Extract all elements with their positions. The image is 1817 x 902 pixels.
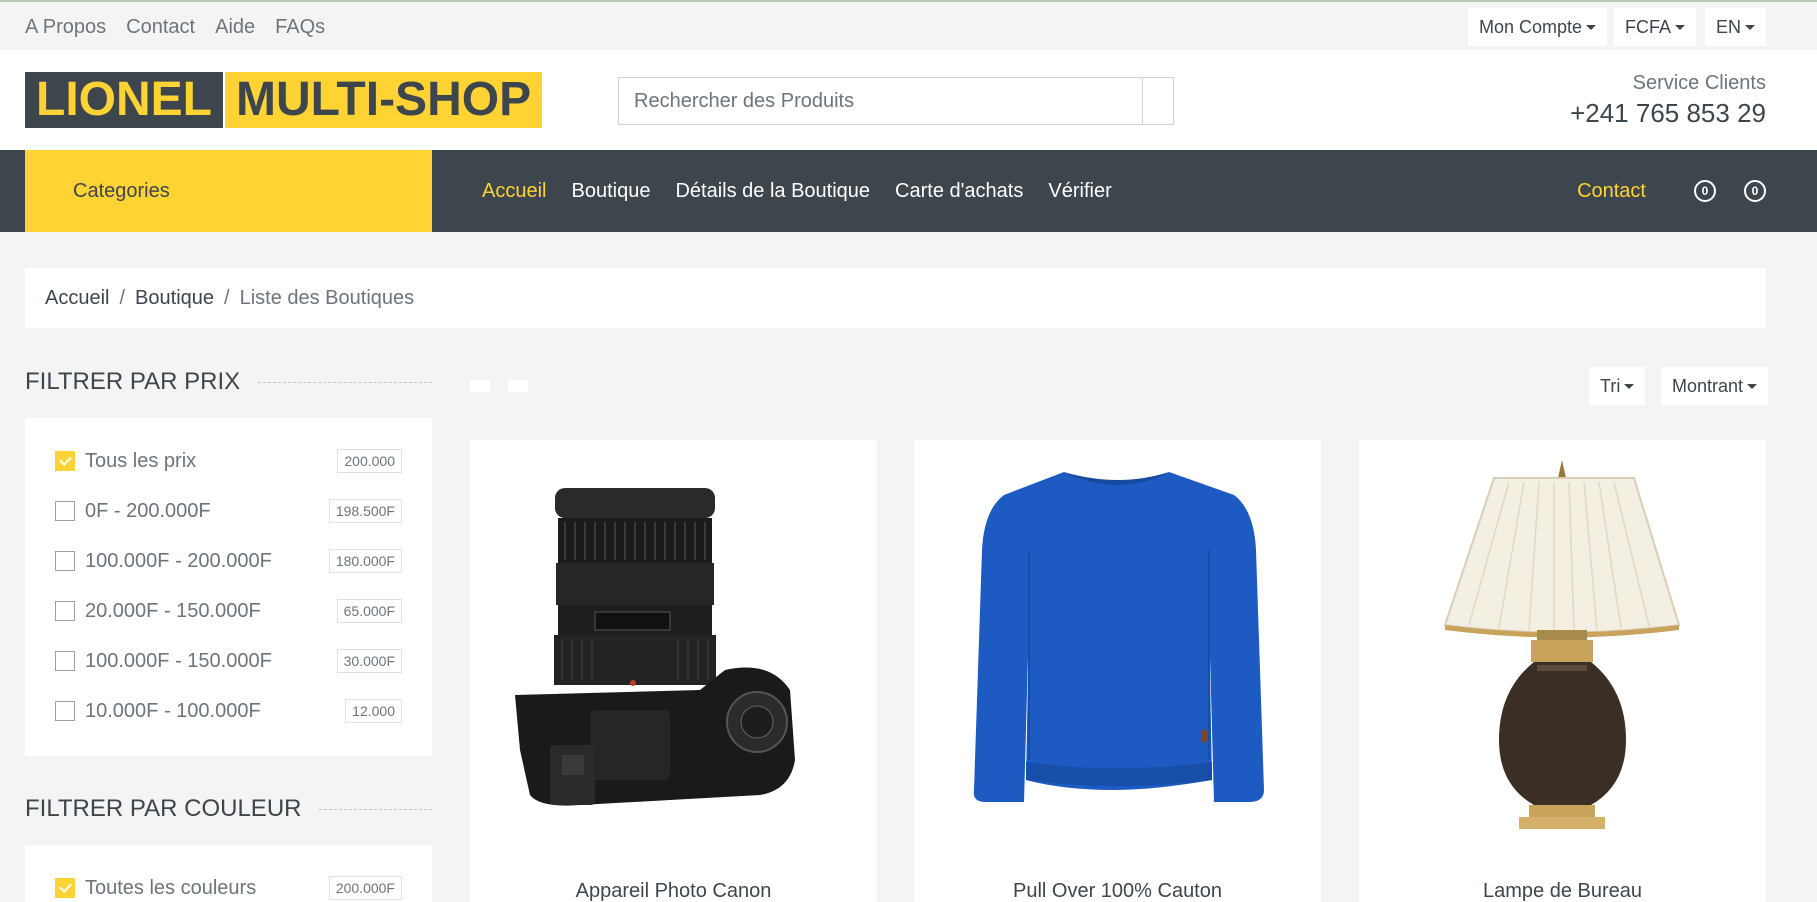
filter-count: 180.000F	[328, 549, 402, 573]
site-logo[interactable]: LIONEL MULTI-SHOP	[25, 72, 543, 128]
filter-label: 100.000F - 150.000F	[85, 649, 272, 672]
grid-view-button[interactable]	[470, 380, 490, 392]
wishlist-count-badge[interactable]: 0	[1694, 180, 1716, 202]
checkbox-icon[interactable]	[55, 551, 75, 571]
breadcrumb-separator: /	[119, 286, 126, 309]
sort-dropdown-label: Tri	[1600, 375, 1621, 396]
product-card[interactable]: Appareil Photo Canon	[470, 440, 877, 902]
checkbox-checked-icon[interactable]	[55, 878, 75, 898]
price-filter-title: FILTRER PAR PRIX	[25, 368, 432, 396]
price-filter-option[interactable]: 10.000F - 100.000F 12.000	[55, 698, 402, 724]
caret-down-icon	[1675, 24, 1686, 30]
language-dropdown[interactable]: EN	[1705, 8, 1767, 46]
logo-part-2: MULTI-SHOP	[225, 72, 543, 128]
product-name[interactable]: Appareil Photo Canon	[470, 880, 877, 902]
checkbox-icon[interactable]	[55, 651, 75, 671]
showing-dropdown-label: Montrant	[1672, 375, 1744, 396]
top-link-help[interactable]: Aide	[215, 16, 255, 39]
search-input[interactable]	[619, 78, 1142, 124]
nav-link-shop-detail[interactable]: Détails de la Boutique	[675, 180, 870, 203]
breadcrumb-current: Liste des Boutiques	[239, 286, 415, 309]
categories-toggle[interactable]: Categories	[25, 150, 432, 232]
price-filter-box: Tous les prix 200.000 0F - 200.000F 198.…	[25, 418, 432, 756]
color-filter-option[interactable]: Toutes les couleurs 200.000F	[55, 875, 402, 901]
top-bar: A Propos Contact Aide FAQs Mon Compte FC…	[0, 0, 1817, 50]
top-links: A Propos Contact Aide FAQs	[25, 16, 345, 39]
account-dropdown-label: Mon Compte	[1479, 16, 1583, 37]
price-filter-option[interactable]: 0F - 200.000F 198.500F	[55, 498, 402, 524]
filter-count: 12.000	[345, 699, 402, 723]
main-navbar: Categories Accueil Boutique Détails de l…	[0, 150, 1817, 232]
price-filter-option[interactable]: 100.000F - 200.000F 180.000F	[55, 548, 402, 574]
checkbox-checked-icon[interactable]	[55, 451, 75, 471]
nav-right: Contact 0 0	[1577, 150, 1766, 232]
search-button[interactable]	[1142, 78, 1173, 124]
nav-link-checkout[interactable]: Vérifier	[1048, 180, 1111, 203]
account-dropdown[interactable]: Mon Compte	[1468, 8, 1608, 46]
color-filter-box: Toutes les couleurs 200.000F	[25, 845, 432, 902]
filter-label: 0F - 200.000F	[85, 499, 211, 522]
filter-count: 198.500F	[328, 499, 402, 523]
filter-label: 10.000F - 100.000F	[85, 699, 261, 722]
filter-count: 200.000F	[328, 876, 402, 900]
checkbox-icon[interactable]	[55, 601, 75, 621]
caret-down-icon	[1745, 24, 1756, 30]
filter-label: 100.000F - 200.000F	[85, 549, 272, 572]
breadcrumb-home[interactable]: Accueil	[45, 287, 109, 310]
filter-label: 20.000F - 150.000F	[85, 599, 261, 622]
top-link-faqs[interactable]: FAQs	[275, 16, 325, 39]
product-card[interactable]: Lampe de Bureau	[1359, 440, 1766, 902]
list-view-button[interactable]	[508, 380, 528, 392]
price-filter-option[interactable]: 100.000F - 150.000F 30.000F	[55, 648, 402, 674]
sort-dropdown[interactable]: Tri	[1589, 367, 1646, 405]
sweater-image	[973, 472, 1264, 802]
product-name[interactable]: Lampe de Bureau	[1359, 880, 1766, 902]
nav-link-contact[interactable]: Contact	[1577, 180, 1646, 203]
site-header: LIONEL MULTI-SHOP Service Clients +241 7…	[0, 50, 1817, 150]
product-card[interactable]: Pull Over 100% Cauton	[914, 440, 1321, 902]
caret-down-icon	[1624, 383, 1635, 389]
nav-link-cart[interactable]: Carte d'achats	[895, 180, 1023, 203]
caret-down-icon	[1586, 24, 1597, 30]
product-name[interactable]: Pull Over 100% Cauton	[914, 880, 1321, 902]
top-link-about[interactable]: A Propos	[25, 16, 106, 39]
filter-label: Toutes les couleurs	[85, 876, 257, 899]
lamp-image	[1443, 460, 1681, 829]
currency-dropdown[interactable]: FCFA	[1614, 8, 1697, 46]
filter-label: Tous les prix	[85, 449, 197, 472]
language-dropdown-label: EN	[1716, 16, 1742, 37]
nav-link-home[interactable]: Accueil	[482, 180, 546, 203]
nav-link-shop[interactable]: Boutique	[571, 180, 650, 203]
customer-service: Service Clients +241 765 853 29	[1570, 72, 1766, 129]
breadcrumb-shop[interactable]: Boutique	[135, 287, 214, 310]
top-link-contact[interactable]: Contact	[126, 16, 195, 39]
filter-count: 65.000F	[336, 599, 402, 623]
price-filter-option[interactable]: Tous les prix 200.000	[55, 448, 402, 474]
service-label: Service Clients	[1632, 72, 1766, 94]
logo-part-1: LIONEL	[25, 72, 223, 128]
color-filter-heading: FILTRER PAR COULEUR	[25, 795, 302, 822]
title-divider	[258, 381, 432, 383]
camera-image	[515, 488, 795, 806]
title-divider	[319, 808, 432, 810]
color-filter-title: FILTRER PAR COULEUR	[25, 795, 432, 823]
breadcrumb-separator: /	[224, 286, 230, 309]
nav-links: Accueil Boutique Détails de la Boutique …	[482, 150, 1137, 232]
currency-dropdown-label: FCFA	[1625, 16, 1672, 37]
search-box	[618, 77, 1174, 125]
service-phone: +241 765 853 29	[1570, 98, 1766, 128]
price-filter-option[interactable]: 20.000F - 150.000F 65.000F	[55, 598, 402, 624]
filter-count: 200.000	[337, 449, 402, 473]
breadcrumb: Accueil / Boutique / Liste des Boutiques	[25, 268, 1766, 328]
caret-down-icon	[1747, 383, 1758, 389]
cart-count-badge[interactable]: 0	[1744, 180, 1766, 202]
showing-dropdown[interactable]: Montrant	[1661, 367, 1769, 405]
checkbox-icon[interactable]	[55, 501, 75, 521]
price-filter-heading: FILTRER PAR PRIX	[25, 368, 241, 395]
filter-count: 30.000F	[336, 649, 402, 673]
checkbox-icon[interactable]	[55, 701, 75, 721]
